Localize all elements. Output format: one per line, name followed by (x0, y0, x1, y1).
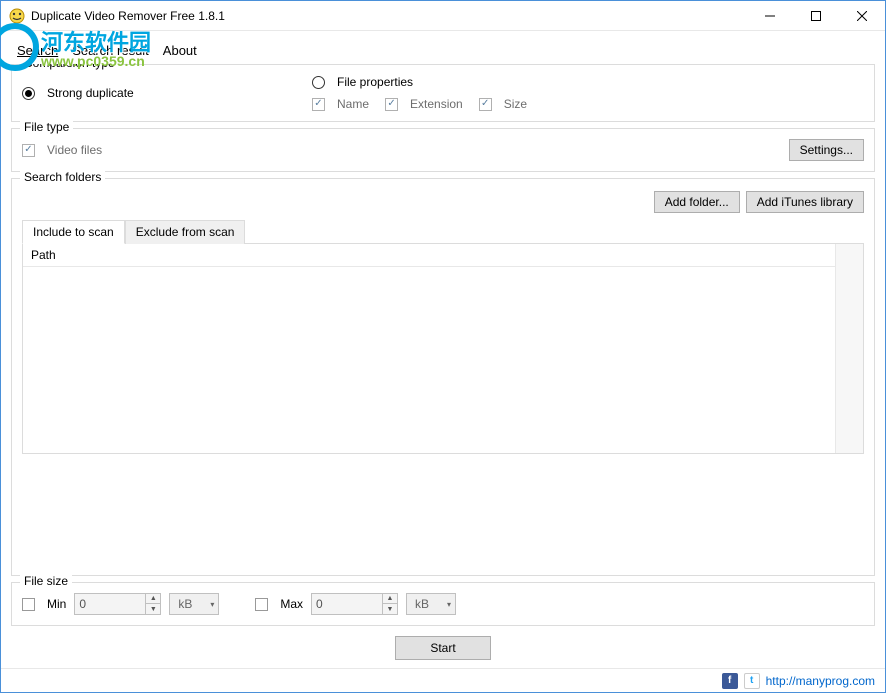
min-checkbox[interactable] (22, 598, 35, 611)
window-title: Duplicate Video Remover Free 1.8.1 (31, 9, 747, 23)
max-unit-combo[interactable]: kB▾ (406, 593, 456, 615)
add-folder-button[interactable]: Add folder... (654, 191, 740, 213)
tab-exclude-from-scan[interactable]: Exclude from scan (125, 220, 246, 244)
tab-about[interactable]: About (163, 43, 197, 58)
path-column-header: Path (23, 244, 835, 267)
name-checkbox (312, 98, 325, 111)
size-label: Size (504, 97, 527, 111)
website-link[interactable]: http://manyprog.com (766, 674, 875, 688)
app-icon (9, 8, 25, 24)
app-window: Duplicate Video Remover Free 1.8.1 河东软件园… (0, 0, 886, 693)
chevron-down-icon: ▾ (447, 600, 451, 609)
tab-include-to-scan[interactable]: Include to scan (22, 220, 125, 244)
facebook-icon[interactable]: f (722, 673, 738, 689)
min-input[interactable] (75, 594, 145, 614)
max-up-icon[interactable]: ▲ (383, 594, 397, 604)
content-area: Comparsion type Strong duplicate File pr… (1, 64, 885, 668)
footer: f t http://manyprog.com (1, 668, 885, 692)
file-size-group: File size Min ▲▼ kB▾ Max ▲▼ kB▾ (11, 582, 875, 626)
titlebar: Duplicate Video Remover Free 1.8.1 (1, 1, 885, 31)
settings-button[interactable]: Settings... (789, 139, 864, 161)
close-button[interactable] (839, 1, 885, 30)
min-down-icon[interactable]: ▼ (146, 604, 160, 614)
main-tabs: 河东软件园 www.pc0359.cn Search Search result… (1, 31, 885, 64)
min-label: Min (47, 597, 66, 611)
search-folders-legend: Search folders (20, 170, 105, 184)
min-up-icon[interactable]: ▲ (146, 594, 160, 604)
folder-subtabs: Include to scan Exclude from scan (22, 219, 864, 244)
tab-search[interactable]: Search (17, 43, 58, 58)
minimize-button[interactable] (747, 1, 793, 30)
min-unit-combo[interactable]: kB▾ (169, 593, 219, 615)
window-controls (747, 1, 885, 30)
video-files-checkbox (22, 144, 35, 157)
strong-duplicate-radio[interactable] (22, 87, 35, 100)
min-spinner[interactable]: ▲▼ (74, 593, 161, 615)
start-button[interactable]: Start (395, 636, 490, 660)
comparison-legend: Comparsion type (20, 64, 119, 70)
add-itunes-button[interactable]: Add iTunes library (746, 191, 864, 213)
search-folders-group: Search folders Add folder... Add iTunes … (11, 178, 875, 576)
file-type-group: File type Video files Settings... (11, 128, 875, 172)
max-label: Max (280, 597, 303, 611)
extension-checkbox (385, 98, 398, 111)
twitter-icon[interactable]: t (744, 673, 760, 689)
size-checkbox (479, 98, 492, 111)
file-properties-label: File properties (337, 75, 413, 89)
extension-label: Extension (410, 97, 463, 111)
chevron-down-icon: ▾ (210, 600, 214, 609)
file-properties-radio[interactable] (312, 76, 325, 89)
max-checkbox[interactable] (255, 598, 268, 611)
name-label: Name (337, 97, 369, 111)
maximize-button[interactable] (793, 1, 839, 30)
comparison-type-group: Comparsion type Strong duplicate File pr… (11, 64, 875, 122)
tab-search-result[interactable]: Search result (72, 43, 149, 58)
grid-scrollbar-gutter (835, 244, 863, 453)
filetype-legend: File type (20, 120, 73, 134)
folders-grid[interactable]: Path (22, 244, 864, 454)
max-input[interactable] (312, 594, 382, 614)
max-spinner[interactable]: ▲▼ (311, 593, 398, 615)
max-down-icon[interactable]: ▼ (383, 604, 397, 614)
video-files-label: Video files (47, 143, 102, 157)
strong-duplicate-label: Strong duplicate (47, 86, 134, 100)
filesize-legend: File size (20, 574, 72, 588)
